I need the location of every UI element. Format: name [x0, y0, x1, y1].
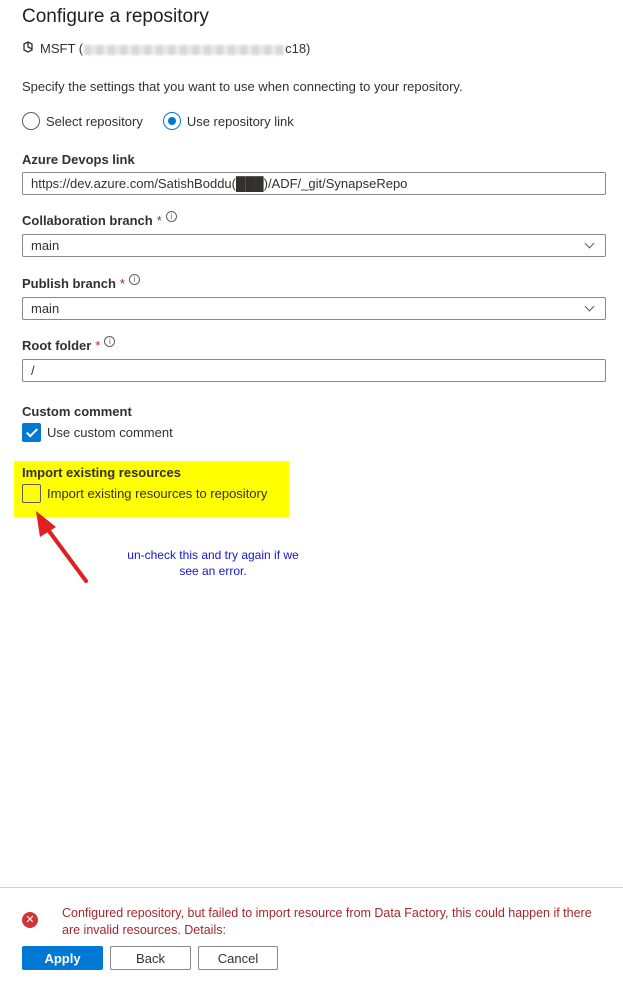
info-icon[interactable]: i	[104, 336, 116, 347]
collab-branch-label: Collaboration branch * i	[22, 211, 177, 228]
cancel-button[interactable]: Cancel	[198, 946, 278, 970]
annotation-note: un-check this and try again if we see an…	[118, 547, 308, 579]
error-message: Configured repository, but failed to imp…	[62, 906, 592, 937]
radio-label: Select repository	[46, 113, 143, 129]
import-resources-heading: Import existing resources	[22, 465, 181, 480]
import-resources-checkbox[interactable]	[22, 484, 41, 503]
root-folder-input[interactable]: /	[22, 359, 606, 382]
radio-circle[interactable]	[22, 112, 40, 130]
root-folder-label: Root folder * i	[22, 336, 116, 353]
chevron-down-icon	[584, 238, 595, 249]
radio-use-repository-link[interactable]: Use repository link	[162, 112, 294, 130]
subscription-prefix: MSFT (	[40, 41, 84, 56]
repo-icon	[22, 41, 34, 56]
red-arrow-icon	[36, 511, 88, 583]
info-icon[interactable]: i	[128, 274, 140, 285]
required-asterisk: *	[156, 213, 162, 228]
apply-button[interactable]: Apply	[22, 946, 103, 970]
radio-label: Use repository link	[186, 113, 294, 129]
import-resources-section: Import existing resources	[22, 465, 181, 480]
collab-branch-label-text: Collaboration branch	[22, 213, 153, 228]
custom-comment-checkbox-row[interactable]: Use custom comment	[22, 423, 173, 442]
custom-comment-heading: Custom comment	[22, 404, 132, 419]
annotation-line-1: un-check this and try again if we	[127, 548, 299, 562]
error-icon: ✕	[22, 912, 38, 928]
publish-branch-label-text: Publish branch	[22, 276, 116, 291]
redacted-id	[84, 44, 285, 55]
collab-branch-value: main	[31, 238, 60, 253]
custom-comment-section: Custom comment	[22, 404, 132, 419]
import-resources-checkbox-label: Import existing resources to repository	[47, 486, 268, 501]
page-title: Configure a repository	[22, 6, 209, 27]
devops-link-label: Azure Devops link	[22, 152, 135, 167]
custom-comment-checkbox[interactable]	[22, 423, 41, 442]
publish-branch-dropdown[interactable]: main	[22, 297, 606, 320]
info-icon[interactable]: i	[165, 211, 177, 222]
chevron-down-icon	[584, 301, 595, 312]
import-resources-checkbox-row[interactable]: Import existing resources to repository	[22, 484, 267, 503]
custom-comment-checkbox-label: Use custom comment	[47, 425, 173, 440]
annotation-line-2: see an error.	[179, 564, 247, 578]
root-folder-label-text: Root folder	[22, 338, 92, 353]
devops-link-label-text: Azure Devops link	[22, 152, 135, 167]
devops-link-input[interactable]: https://dev.azure.com/SatishBoddu(███)/A…	[22, 172, 606, 195]
subscription-suffix: c18)	[285, 41, 311, 56]
radio-circle-selected[interactable]	[162, 112, 181, 130]
publish-branch-label: Publish branch * i	[22, 274, 140, 291]
radio-select-repository[interactable]: Select repository	[22, 112, 143, 130]
publish-branch-value: main	[31, 301, 60, 316]
subscription-info: MSFT ( c18)	[22, 41, 310, 56]
repo-mode-group: Select repository Use repository link	[22, 112, 294, 130]
required-asterisk: *	[119, 276, 125, 291]
back-button[interactable]: Back	[110, 946, 191, 970]
required-asterisk: *	[95, 338, 101, 353]
collab-branch-dropdown[interactable]: main	[22, 234, 606, 257]
footer-divider	[0, 887, 623, 888]
page-description: Specify the settings that you want to us…	[22, 79, 463, 94]
